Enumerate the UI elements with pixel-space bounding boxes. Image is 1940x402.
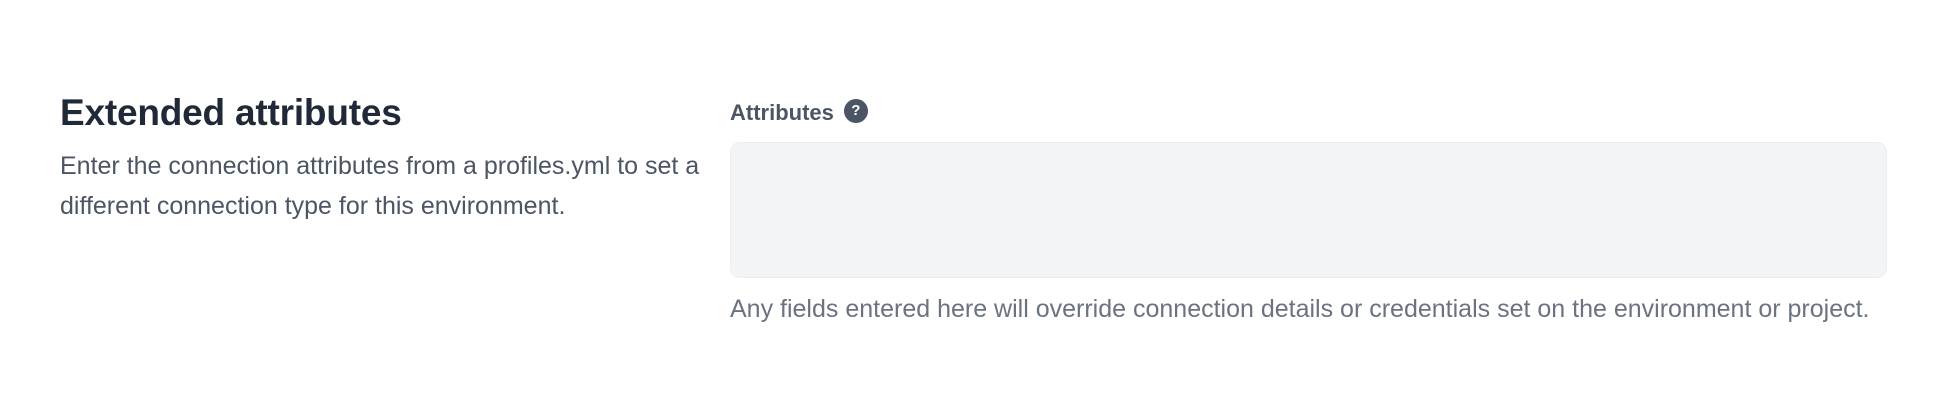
field-label-row: Attributes ? bbox=[730, 96, 1890, 130]
question-circle-icon[interactable]: ? bbox=[843, 99, 868, 123]
extended-attributes-section: Extended attributes Enter the connection… bbox=[0, 0, 1940, 402]
section-intro: Extended attributes Enter the connection… bbox=[60, 88, 700, 226]
section-title: Extended attributes bbox=[60, 92, 402, 133]
section-description: Enter the connection attributes from a p… bbox=[60, 152, 700, 220]
field-hint: Any fields entered here will override co… bbox=[730, 295, 1870, 323]
attributes-field: Attributes ? Any fields entered here wil… bbox=[730, 96, 1890, 329]
attributes-label: Attributes bbox=[730, 100, 834, 125]
attributes-textarea[interactable] bbox=[730, 142, 1887, 278]
